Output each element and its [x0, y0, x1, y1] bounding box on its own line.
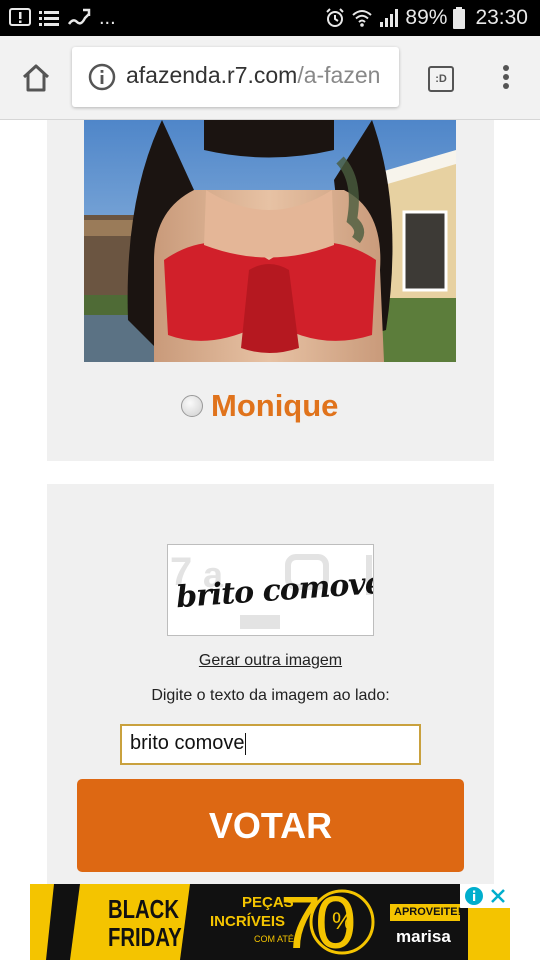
captcha-input[interactable]: brito comove [120, 724, 421, 765]
more-indicator: ... [99, 6, 116, 29]
signal-icon [380, 9, 399, 27]
candidate-card: Monique [47, 120, 494, 461]
captcha-hint: Digite o texto da imagem ao lado: [151, 687, 390, 704]
ad-incriveis: INCRÍVEIS [210, 913, 286, 930]
captcha-input-value: brito comove [130, 732, 245, 754]
browser-toolbar: afazenda.r7.com/a-fazen :D [0, 36, 540, 120]
list-icon [39, 11, 59, 26]
ad-aproveite: APROVEITE! [394, 906, 462, 918]
ad-info-icon[interactable] [464, 886, 484, 906]
ad-banner[interactable]: BLACK FRIDAY PEÇAS INCRÍVEIS COM ATÉ 70 … [30, 884, 510, 960]
candidate-name[interactable]: Monique [211, 388, 338, 424]
captcha-image: 7 a brito comove [167, 544, 374, 636]
battery-percent: 89% [405, 6, 448, 29]
overflow-menu-icon[interactable] [500, 65, 512, 93]
ad-black: BLACK [108, 894, 179, 924]
status-bar: ... 89% 23:30 [0, 0, 540, 36]
alert-icon [9, 8, 31, 26]
candidate-radio[interactable] [181, 395, 203, 417]
text-cursor [244, 732, 246, 755]
url-text: afazenda.r7.com/a-fazen [126, 62, 380, 89]
status-bar-left: ... [0, 7, 116, 30]
ad-percent: % [332, 908, 354, 935]
alarm-icon [326, 8, 345, 27]
info-icon[interactable] [88, 63, 116, 91]
candidate-photo [84, 120, 456, 362]
status-bar-right: 89% 23:30 [325, 6, 540, 30]
ad-friday: FRIDAY [108, 922, 182, 952]
ad-close-icon[interactable] [488, 886, 508, 906]
candidate-option[interactable]: Monique [181, 388, 338, 424]
regenerate-captcha-link[interactable]: Gerar outra imagem [47, 652, 494, 670]
wave-icon [67, 8, 91, 25]
battery-icon [453, 7, 466, 29]
url-path: /a-fazen [297, 62, 381, 88]
wifi-icon [352, 10, 373, 27]
url-domain: afazenda.r7.com [126, 62, 298, 88]
tab-switcher-button[interactable]: :D [428, 66, 454, 92]
url-bar[interactable]: afazenda.r7.com/a-fazen [72, 47, 399, 107]
captcha-card: 7 a brito comove Gerar outra imagem Digi… [47, 484, 494, 884]
ad-brand: marisa [396, 927, 451, 946]
home-icon[interactable] [20, 62, 52, 94]
vote-button[interactable]: VOTAR [77, 779, 464, 872]
clock: 23:30 [475, 6, 528, 29]
